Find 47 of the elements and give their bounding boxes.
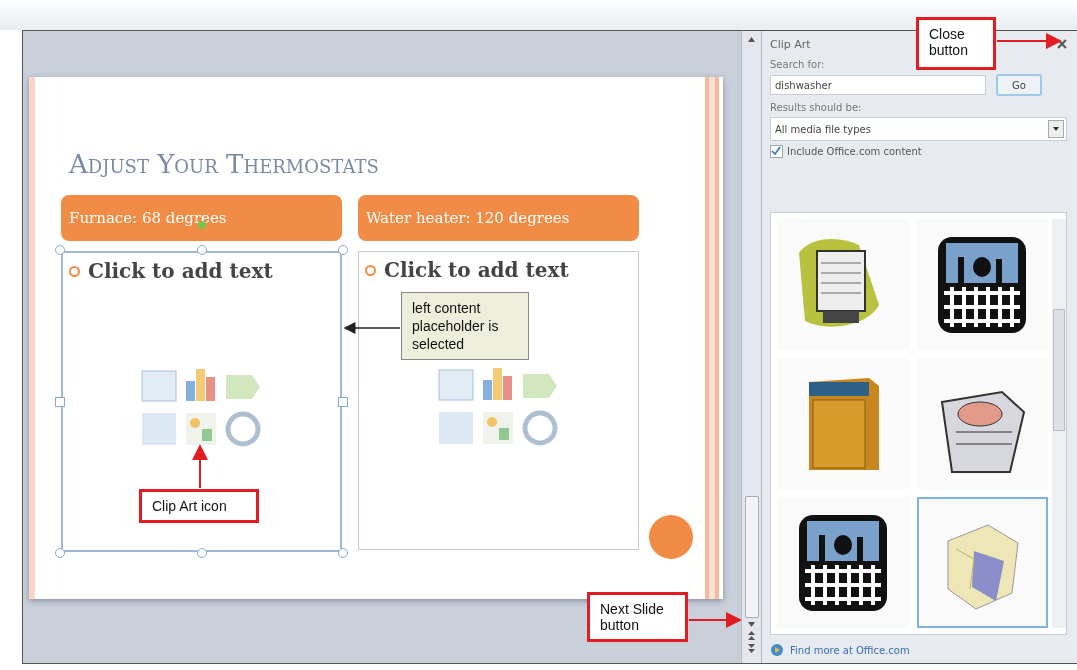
search-field[interactable]: dishwasher bbox=[770, 75, 986, 95]
scroll-down-icon[interactable] bbox=[748, 622, 755, 627]
leader-line bbox=[996, 33, 1062, 49]
column-heading: Water heater: 120 degrees bbox=[358, 195, 639, 241]
bullet-icon bbox=[365, 264, 376, 276]
clip-art-result[interactable] bbox=[916, 219, 1048, 350]
placeholder-text: Click to add text bbox=[384, 258, 569, 282]
resize-handle[interactable] bbox=[338, 548, 348, 558]
clip-art-result[interactable] bbox=[916, 497, 1048, 628]
results-scrollbar[interactable] bbox=[1052, 219, 1066, 628]
resize-handle[interactable] bbox=[196, 548, 207, 558]
scroll-up-icon[interactable] bbox=[748, 37, 755, 42]
callout-label: Next Slide button bbox=[587, 592, 688, 642]
callout-note: left content placeholder is selected bbox=[401, 292, 529, 360]
resize-handle[interactable] bbox=[55, 548, 65, 558]
find-more-link[interactable]: Find more at Office.com bbox=[790, 644, 910, 656]
results-dropdown[interactable]: All media file types bbox=[770, 117, 1067, 141]
leader-line bbox=[688, 612, 742, 628]
clip-art-result[interactable] bbox=[916, 358, 1048, 489]
leader-line bbox=[192, 444, 208, 489]
include-label: Include Office.com content bbox=[787, 146, 922, 157]
callout-label: Clip Art icon bbox=[139, 489, 259, 523]
leader-line bbox=[343, 322, 401, 334]
close-icon[interactable] bbox=[1057, 39, 1067, 49]
previous-slide-icon[interactable] bbox=[748, 631, 755, 640]
bullet-icon bbox=[69, 265, 80, 277]
search-label: Search for: bbox=[770, 59, 826, 70]
next-slide-icon[interactable] bbox=[748, 644, 755, 653]
go-button[interactable]: Go bbox=[996, 74, 1042, 96]
column-heading: Furnace: 68 degrees bbox=[61, 195, 342, 241]
scroll-thumb[interactable] bbox=[744, 496, 759, 618]
pane-title: Clip Art bbox=[770, 37, 811, 51]
clip-art-result[interactable] bbox=[777, 219, 909, 350]
results-label: Results should be: bbox=[770, 102, 863, 113]
resize-handle[interactable] bbox=[55, 245, 65, 255]
decorative-circle bbox=[649, 515, 693, 559]
callout-label: Close button bbox=[916, 17, 996, 70]
vertical-scrollbar[interactable] bbox=[741, 31, 761, 663]
resize-handle[interactable] bbox=[338, 396, 348, 407]
placeholder-text: Click to add text bbox=[88, 259, 273, 283]
resize-handle[interactable] bbox=[338, 245, 348, 255]
include-checkbox[interactable] bbox=[770, 145, 783, 158]
resize-handle[interactable] bbox=[196, 245, 207, 255]
slide-title: Adjust Your Thermostats bbox=[69, 149, 380, 179]
clip-art-result[interactable] bbox=[777, 497, 909, 628]
clip-art-result[interactable] bbox=[777, 358, 909, 489]
resize-handle[interactable] bbox=[55, 396, 65, 407]
